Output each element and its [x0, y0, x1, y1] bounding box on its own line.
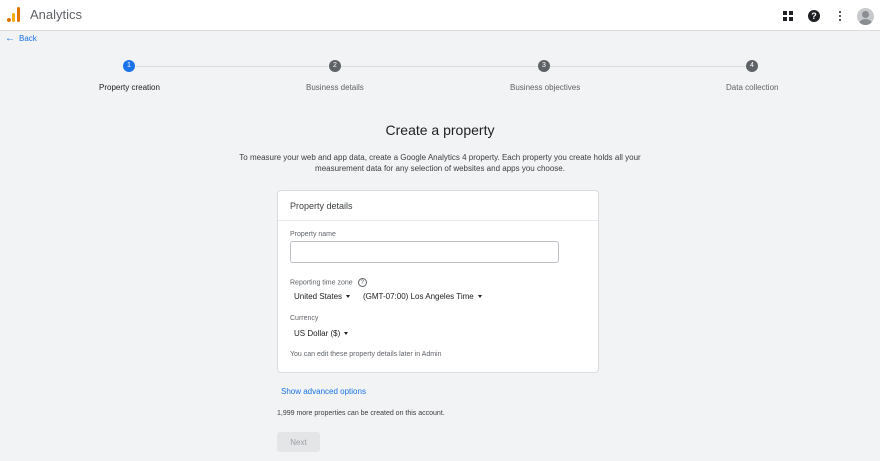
card-heading: Property details — [278, 191, 598, 221]
intro-line-2: measurement data for any selection of we… — [315, 164, 565, 173]
back-link[interactable]: ← Back — [5, 33, 37, 44]
step-4-label: Data collection — [726, 83, 779, 92]
country-value: United States — [294, 292, 343, 301]
help-icon[interactable]: ? — [803, 5, 825, 27]
time-zone-value: (GMT-07:00) Los Angeles Time — [363, 292, 474, 301]
property-name-label: Property name — [290, 231, 336, 238]
time-zone-label-row: Reporting time zone? — [290, 278, 367, 287]
step-3-label: Business objectives — [510, 83, 581, 92]
step-1-label: Property creation — [99, 83, 160, 92]
stepper-line — [136, 66, 328, 67]
stepper-line — [550, 66, 745, 67]
caret-down-icon — [346, 295, 351, 299]
avatar[interactable] — [857, 7, 874, 25]
property-details-card: Property details Property name Reporting… — [277, 190, 599, 373]
back-label: Back — [19, 34, 37, 43]
edit-later-note: You can edit these property details late… — [290, 351, 442, 358]
analytics-logo-icon — [7, 7, 21, 22]
top-app-bar: Analytics ? — [0, 0, 880, 31]
property-name-input[interactable] — [290, 241, 559, 263]
currency-label: Currency — [290, 315, 319, 322]
more-vert-icon[interactable] — [829, 5, 851, 27]
next-button[interactable]: Next — [277, 432, 320, 452]
time-zone-label: Reporting time zone — [290, 279, 353, 287]
step-4-circle: 4 — [746, 60, 758, 72]
properties-remaining-text: 1,999 more properties can be created on … — [277, 410, 445, 417]
time-zone-dropdown[interactable]: (GMT-07:00) Los Angeles Time — [363, 292, 482, 301]
step-1-circle: 1 — [123, 60, 135, 72]
intro-text: To measure your web and app data, create… — [225, 152, 655, 174]
page-title: Create a property — [385, 122, 495, 138]
apps-grid-icon[interactable] — [777, 5, 799, 27]
step-3-circle: 3 — [538, 60, 550, 72]
show-advanced-options-link[interactable]: Show advanced options — [281, 387, 366, 396]
app-title: Analytics — [30, 7, 83, 22]
intro-line-1: To measure your web and app data, create… — [239, 153, 641, 162]
help-icon[interactable]: ? — [357, 278, 367, 287]
currency-value: US Dollar ($) — [294, 329, 341, 338]
top-icons: ? — [773, 5, 874, 27]
arrow-back-icon: ← — [5, 33, 15, 44]
step-2-circle: 2 — [329, 60, 341, 72]
stepper-line — [341, 66, 538, 67]
step-2-label: Business details — [306, 83, 364, 92]
caret-down-icon — [477, 295, 482, 299]
country-dropdown[interactable]: United States — [294, 292, 351, 301]
caret-down-icon — [344, 332, 349, 336]
currency-dropdown[interactable]: US Dollar ($) — [294, 329, 349, 338]
